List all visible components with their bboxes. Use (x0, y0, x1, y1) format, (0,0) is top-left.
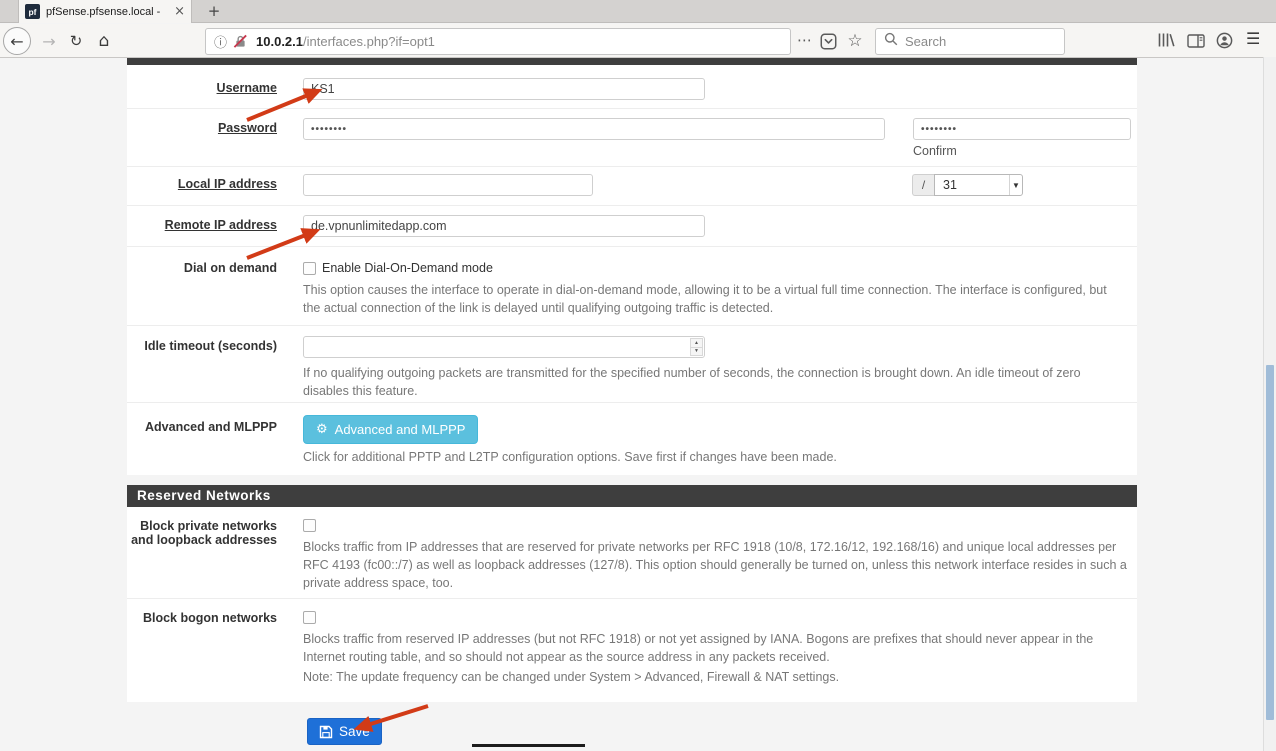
dial-on-demand-row: Dial on demand Enable Dial-On-Demand mod… (127, 247, 1137, 326)
reserved-networks-header: Reserved Networks (127, 485, 1137, 507)
idle-timeout-help: If no qualifying outgoing packets are tr… (303, 365, 1131, 401)
pfsense-favicon: pf (25, 4, 40, 19)
remote-ip-row: Remote IP address (127, 206, 1137, 247)
subnet-select-value: 31 (935, 178, 1009, 192)
browser-toolbar: ← → ↻ ⌂ ⓘ 10.0.2.1/interfaces.php?if=opt… (0, 24, 1276, 58)
local-ip-label: Local IP address (127, 174, 277, 205)
bookmark-star-icon[interactable]: ☆ (843, 27, 867, 55)
block-bogon-note: Note: The update frequency can be change… (303, 669, 1131, 687)
site-info-icon[interactable]: ⓘ (214, 32, 227, 51)
dial-on-demand-help: This option causes the interface to oper… (303, 282, 1131, 318)
subnet-separator: / (912, 174, 934, 196)
dial-on-demand-label: Dial on demand (127, 261, 277, 325)
password-input[interactable] (303, 118, 885, 140)
dial-on-demand-checkbox[interactable] (303, 262, 316, 275)
dial-on-demand-checkbox-label: Enable Dial-On-Demand mode (322, 261, 493, 275)
browser-tab-active[interactable]: pf pfSense.pfsense.local - × (18, 0, 192, 23)
password-confirm-input[interactable] (913, 118, 1131, 140)
tab-close-icon[interactable]: × (174, 4, 185, 19)
page-content: Username Password Confirm Local IP addre… (127, 57, 1137, 745)
remote-ip-input[interactable] (303, 215, 705, 237)
local-ip-row: Local IP address / 31 ▼ (127, 167, 1137, 206)
save-button[interactable]: Save (307, 718, 382, 745)
idle-timeout-row: Idle timeout (seconds) ▲▼ If no qualifyi… (127, 326, 1137, 403)
advanced-mlppp-label: Advanced and MLPPP (127, 415, 277, 475)
library-icon[interactable] (1157, 32, 1176, 48)
password-row: Password Confirm (127, 109, 1137, 167)
scrollbar-thumb[interactable] (1266, 365, 1274, 720)
block-bogon-help: Blocks traffic from reserved IP addresse… (303, 631, 1131, 667)
advanced-mlppp-button-label: Advanced and MLPPP (335, 422, 466, 437)
idle-timeout-label: Idle timeout (seconds) (127, 336, 277, 402)
block-bogon-label: Block bogon networks (127, 611, 277, 702)
block-private-label: Block private networks and loopback addr… (127, 519, 277, 598)
pocket-icon[interactable] (820, 33, 837, 55)
block-private-checkbox[interactable] (303, 519, 316, 532)
url-path: /interfaces.php?if=opt1 (303, 34, 435, 49)
ppp-configuration-panel: Username Password Confirm Local IP addre… (127, 65, 1137, 475)
browser-tab-bar: pf pfSense.pfsense.local - × + (0, 0, 1276, 23)
page-scrollbar[interactable] (1263, 57, 1276, 751)
advanced-mlppp-button[interactable]: ⚙ Advanced and MLPPP (303, 415, 478, 444)
sidebar-toggle-icon[interactable] (1187, 34, 1205, 48)
footer-partial-element (472, 744, 585, 747)
panel-header-partial (127, 57, 1137, 65)
reserved-networks-panel: Reserved Networks Block private networks… (127, 485, 1137, 702)
account-icon[interactable] (1216, 32, 1233, 49)
page-actions-icon[interactable]: ⋯ (793, 28, 817, 55)
number-spinner[interactable]: ▲▼ (690, 338, 703, 356)
advanced-mlppp-row: Advanced and MLPPP ⚙ Advanced and MLPPP … (127, 403, 1137, 475)
local-ip-input[interactable] (303, 174, 593, 196)
insecure-lock-icon[interactable] (233, 34, 248, 49)
subnet-select[interactable]: 31 ▼ (934, 174, 1023, 196)
reload-button[interactable]: ↻ (62, 27, 90, 55)
search-box[interactable] (875, 28, 1065, 55)
advanced-mlppp-help: Click for additional PPTP and L2TP confi… (303, 449, 1131, 467)
back-button[interactable]: ← (3, 27, 31, 55)
block-bogon-checkbox[interactable] (303, 611, 316, 624)
username-input[interactable] (303, 78, 705, 100)
remote-ip-label: Remote IP address (127, 215, 277, 246)
new-tab-button[interactable]: + (202, 2, 226, 22)
search-input[interactable] (905, 34, 1035, 49)
tab-title: pfSense.pfsense.local - (46, 6, 169, 18)
chevron-down-icon: ▼ (1009, 175, 1022, 195)
idle-timeout-input[interactable] (303, 336, 705, 358)
home-button[interactable]: ⌂ (90, 27, 118, 55)
save-button-label: Save (339, 724, 370, 739)
password-label: Password (127, 118, 277, 166)
block-private-help: Blocks traffic from IP addresses that ar… (303, 539, 1131, 592)
forward-button[interactable]: → (35, 27, 63, 55)
url-host: 10.0.2.1 (256, 34, 303, 49)
url-bar[interactable]: ⓘ 10.0.2.1/interfaces.php?if=opt1 (205, 28, 791, 55)
menu-icon[interactable]: ☰ (1246, 29, 1260, 48)
gear-icon: ⚙ (316, 422, 328, 437)
username-label: Username (127, 78, 277, 108)
confirm-label: Confirm (913, 144, 1131, 158)
save-floppy-icon (319, 725, 333, 739)
search-icon (884, 32, 898, 51)
block-private-row: Block private networks and loopback addr… (127, 507, 1137, 599)
username-row: Username (127, 65, 1137, 109)
block-bogon-row: Block bogon networks Blocks traffic from… (127, 599, 1137, 702)
